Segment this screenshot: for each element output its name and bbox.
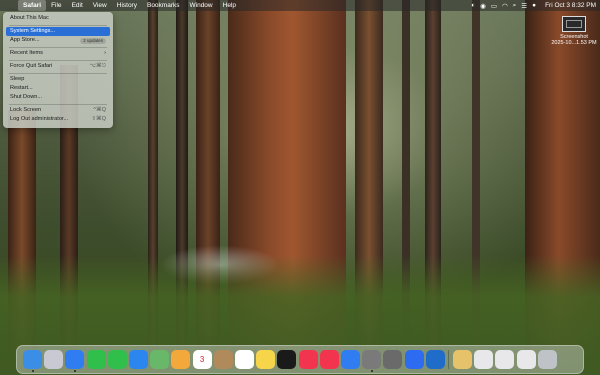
- dock-photos-icon[interactable]: [171, 349, 191, 369]
- screenshot-thumbnail-icon: [562, 16, 586, 32]
- dock-notes-icon[interactable]: [256, 349, 276, 369]
- menu-separator: [9, 73, 107, 74]
- dock-facetime-icon[interactable]: [86, 349, 106, 369]
- dock-downloads-stack-icon[interactable]: [453, 349, 472, 369]
- chevron-right-icon: ›: [104, 50, 106, 56]
- menu-clock[interactable]: Fri Oct 3 8:32 PM: [545, 2, 596, 9]
- shortcut-label: ^⌘Q: [93, 107, 106, 113]
- menu-help[interactable]: Help: [218, 0, 241, 11]
- menu-item-label: App Store...: [10, 37, 40, 43]
- running-indicator: [370, 370, 373, 372]
- dock-calendar-icon[interactable]: 3: [192, 349, 212, 369]
- record-icon[interactable]: ◉: [480, 2, 486, 10]
- dock-app-store-icon[interactable]: [341, 349, 360, 369]
- dock-outlook-icon[interactable]: [425, 349, 445, 369]
- menu-item-label: Shut Down...: [10, 94, 43, 100]
- menu-bar: Safari File Edit View History Bookmarks …: [0, 0, 600, 11]
- menu-item-log-out[interactable]: Log Out administrator... ⇧⌘Q: [6, 115, 110, 124]
- dock-screenshot-stack-1-icon[interactable]: [474, 349, 494, 369]
- running-indicator: [73, 370, 76, 372]
- dock-zoom-icon[interactable]: [404, 349, 424, 369]
- wifi-icon[interactable]: ◠: [502, 2, 508, 10]
- status-area: ◐ ◉ ▭ ◠ ⌕ ☰ ● Fri Oct 3 8:32 PM: [471, 0, 596, 11]
- siri-icon[interactable]: ●: [532, 2, 536, 9]
- menu-item-label: Force Quit Safari: [10, 63, 53, 69]
- menu-item-lock-screen[interactable]: Lock Screen ^⌘Q: [6, 106, 110, 115]
- dock-apple-tv-icon[interactable]: [277, 349, 297, 369]
- menu-item-sleep[interactable]: Sleep: [6, 75, 110, 84]
- control-center-icon[interactable]: ☰: [521, 2, 527, 10]
- menu-item-label: Log Out administrator...: [10, 116, 69, 122]
- file-date: 2025-10...1.53 PM: [551, 40, 597, 46]
- dock: 3: [16, 345, 584, 374]
- menu-item-label: System Settings...: [10, 28, 56, 34]
- shortcut-label: ⇧⌘Q: [91, 116, 106, 122]
- menu-item-shut-down[interactable]: Shut Down...: [6, 93, 110, 102]
- menu-item-about-this-mac[interactable]: About This Mac: [6, 14, 110, 23]
- menu-item-label: Sleep: [10, 76, 25, 82]
- menu-item-system-settings[interactable]: System Settings...: [6, 27, 110, 36]
- dock-divider: [448, 350, 449, 369]
- updates-badge: 2 updates: [80, 37, 106, 44]
- menu-file[interactable]: File: [46, 0, 66, 11]
- dock-screenshot-stack-2-icon[interactable]: [495, 349, 515, 369]
- menu-item-force-quit[interactable]: Force Quit Safari ⌥⌘⎋: [6, 62, 110, 71]
- dock-reminders-icon[interactable]: [235, 349, 254, 369]
- menu-separator: [9, 60, 107, 61]
- menu-item-restart[interactable]: Restart...: [6, 84, 110, 93]
- running-indicator: [31, 370, 34, 372]
- desktop-screenshot-file[interactable]: Screenshot 2025-10...1.53 PM: [548, 16, 600, 46]
- battery-icon[interactable]: ▭: [491, 2, 497, 10]
- dock-trash-icon[interactable]: [537, 349, 557, 369]
- menu-item-label: Lock Screen: [10, 107, 42, 113]
- menu-separator: [9, 47, 107, 48]
- menu-item-app-store[interactable]: App Store... 2 updates: [6, 36, 110, 45]
- dock-safari-icon[interactable]: [65, 349, 85, 369]
- dock-screenshot-stack-3-icon[interactable]: [516, 349, 536, 369]
- dock-system-settings-icon[interactable]: [362, 349, 382, 369]
- menu-safari[interactable]: Safari: [18, 0, 47, 11]
- dock-news-icon[interactable]: [319, 349, 339, 369]
- dock-mail-icon[interactable]: [129, 349, 148, 369]
- menu-item-recent-items[interactable]: Recent Items ›: [6, 49, 110, 58]
- menu-item-label: About This Mac: [10, 15, 49, 21]
- menu-item-label: Recent Items: [10, 50, 43, 56]
- dock-contacts-icon[interactable]: [213, 349, 233, 369]
- control-icon[interactable]: ◐: [471, 2, 475, 9]
- menu-separator: [9, 25, 107, 26]
- apple-dropdown-menu: About This Mac System Settings... App St…: [3, 12, 113, 128]
- shortcut-label: ⌥⌘⎋: [89, 63, 106, 69]
- dock-messages-icon[interactable]: [107, 349, 127, 369]
- menu-window[interactable]: Window: [185, 0, 218, 11]
- dock-finder-icon[interactable]: [23, 349, 42, 369]
- dock-maps-icon[interactable]: [150, 349, 170, 369]
- menu-item-label: Restart...: [10, 85, 33, 91]
- menu-edit[interactable]: Edit: [67, 0, 88, 11]
- menu-history[interactable]: History: [112, 0, 142, 11]
- menu-separator: [9, 104, 107, 105]
- dock-music-icon[interactable]: [298, 349, 318, 369]
- menu-view[interactable]: View: [88, 0, 112, 11]
- menu-bookmarks[interactable]: Bookmarks: [142, 0, 185, 11]
- dock-launchpad-icon[interactable]: [44, 349, 64, 369]
- dock-printer-icon[interactable]: [383, 349, 403, 369]
- search-icon[interactable]: ⌕: [513, 2, 517, 10]
